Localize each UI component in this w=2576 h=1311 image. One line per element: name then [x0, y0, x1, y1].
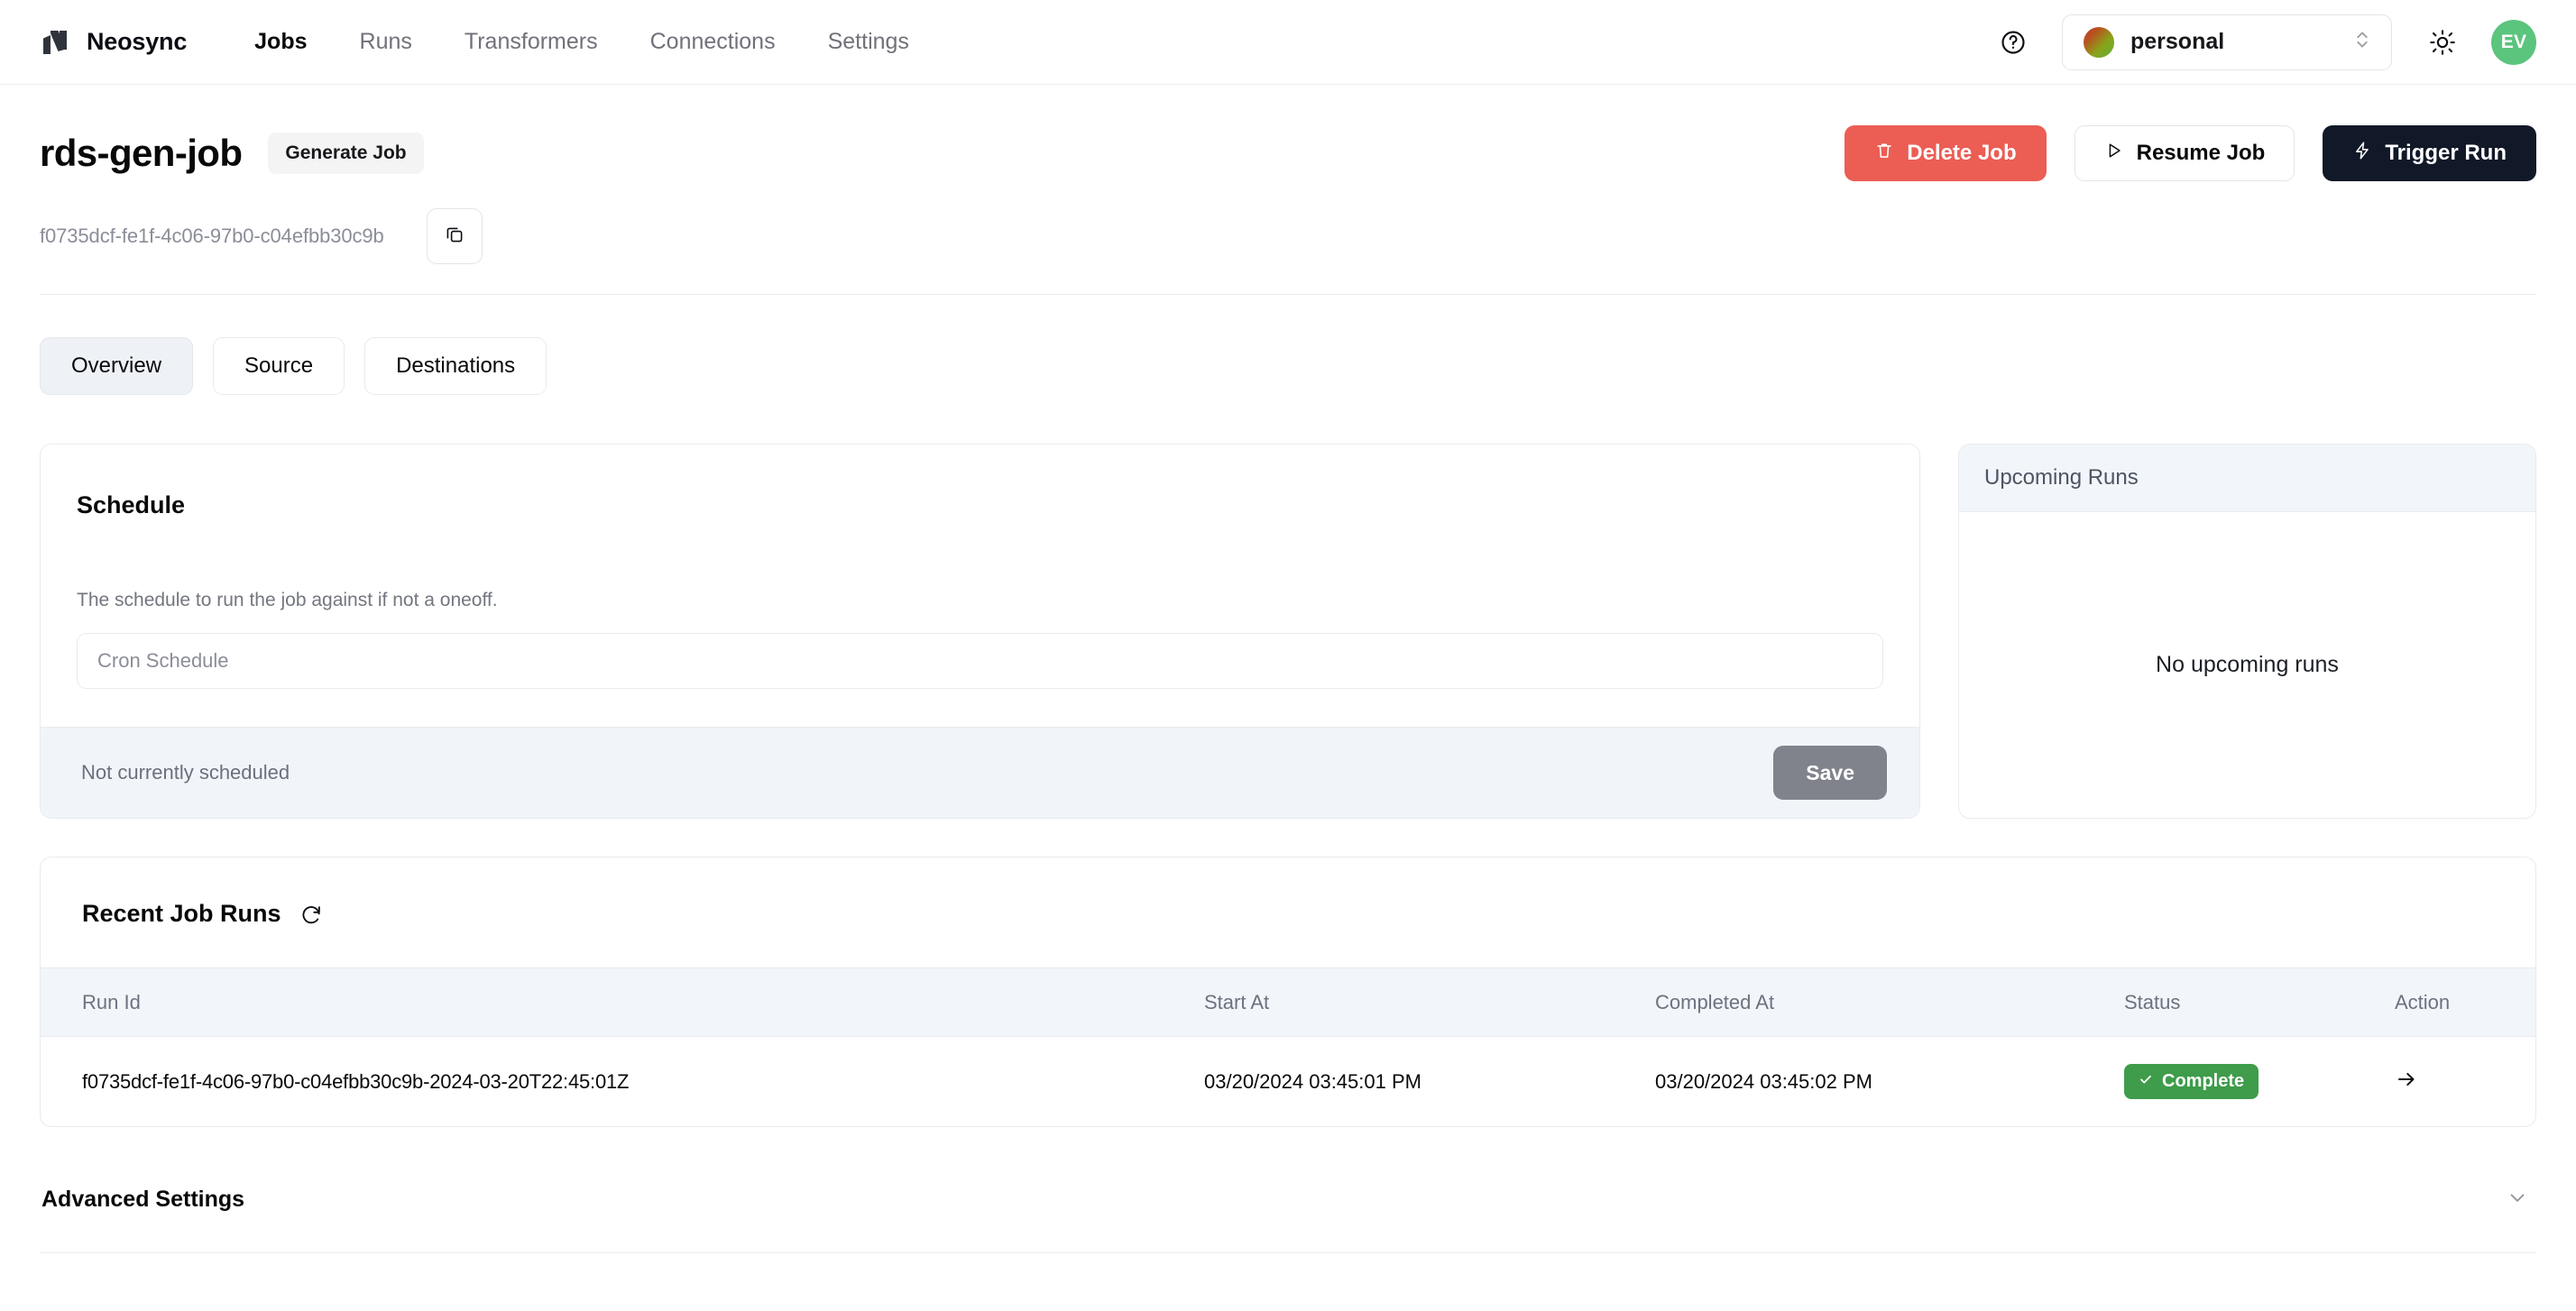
schedule-footer: Not currently scheduled Save [41, 727, 1919, 818]
account-name: personal [2130, 29, 2225, 54]
job-id: f0735dcf-fe1f-4c06-97b0-c04efbb30c9b [40, 225, 384, 247]
cron-schedule-input[interactable] [77, 633, 1883, 689]
schedule-title: Schedule [77, 491, 186, 518]
job-header: rds-gen-job Generate Job Delete Job Resu… [40, 85, 2536, 181]
status-badge: Complete [2124, 1064, 2259, 1099]
schedule-status: Not currently scheduled [81, 761, 290, 784]
navbar-right: personal EV [1993, 14, 2536, 70]
footer-divider [40, 1252, 2536, 1253]
nav-link-connections[interactable]: Connections [624, 31, 802, 53]
page-content: rds-gen-job Generate Job Delete Job Resu… [0, 85, 2576, 1253]
table-row[interactable]: f0735dcf-fe1f-4c06-97b0-c04efbb30c9b-202… [41, 1037, 2535, 1127]
user-avatar[interactable]: EV [2491, 19, 2536, 65]
column-header-action: Action [2395, 967, 2535, 1037]
table-header-row: Run Id Start At Completed At Status Acti… [41, 967, 2535, 1037]
schedule-card: Schedule The schedule to run the job aga… [40, 444, 1920, 819]
cell-start-at: 03/20/2024 03:45:01 PM [1204, 1069, 1421, 1093]
upcoming-runs-header: Upcoming Runs [1959, 445, 2535, 512]
resume-job-label: Resume Job [2136, 141, 2266, 165]
trigger-run-label: Trigger Run [2385, 141, 2507, 165]
resume-job-button[interactable]: Resume Job [2074, 125, 2295, 181]
advanced-settings-toggle[interactable]: Advanced Settings [40, 1179, 2536, 1219]
upcoming-runs-card: Upcoming Runs No upcoming runs [1958, 444, 2536, 819]
table-body: f0735dcf-fe1f-4c06-97b0-c04efbb30c9b-202… [41, 1037, 2535, 1127]
schedule-description: The schedule to run the job against if n… [77, 590, 498, 610]
copy-job-id-button[interactable] [426, 208, 483, 264]
trigger-run-button[interactable]: Trigger Run [2323, 125, 2536, 181]
tab-source[interactable]: Source [213, 337, 345, 395]
job-actions: Delete Job Resume Job Trigger Run [1845, 125, 2536, 181]
help-icon[interactable] [1993, 23, 2033, 62]
check-icon [2139, 1071, 2153, 1092]
nav-link-jobs[interactable]: Jobs [228, 31, 333, 53]
recent-job-runs-card: Recent Job Runs Run Id Start At Complete… [40, 857, 2536, 1127]
account-avatar [2084, 26, 2114, 58]
upcoming-runs-empty: No upcoming runs [2156, 652, 2339, 677]
cell-action [2395, 1037, 2535, 1127]
recent-job-runs-table: Run Id Start At Completed At Status Acti… [41, 967, 2535, 1126]
upcoming-runs-title: Upcoming Runs [1984, 465, 2139, 490]
column-header-completed-at: Completed At [1655, 967, 2124, 1037]
tab-overview[interactable]: Overview [40, 337, 194, 395]
delete-job-label: Delete Job [1907, 141, 2017, 165]
nav-link-transformers[interactable]: Transformers [438, 31, 624, 53]
overview-grid: Schedule The schedule to run the job aga… [40, 444, 2536, 819]
cell-run-id: f0735dcf-fe1f-4c06-97b0-c04efbb30c9b-202… [82, 1069, 630, 1093]
tab-destinations[interactable]: Destinations [364, 337, 547, 395]
delete-job-button[interactable]: Delete Job [1845, 125, 2047, 181]
advanced-settings-title: Advanced Settings [41, 1186, 245, 1212]
refresh-icon[interactable] [299, 903, 323, 926]
neosync-logo-icon [38, 25, 72, 60]
schedule-body: Schedule The schedule to run the job aga… [41, 445, 1919, 689]
nav-link-settings[interactable]: Settings [802, 31, 935, 53]
tab-bar: Overview Source Destinations [40, 295, 2536, 395]
nav-link-runs[interactable]: Runs [334, 31, 438, 53]
trash-icon [1874, 141, 1894, 167]
account-switcher[interactable]: personal [2062, 14, 2392, 70]
recent-job-runs-title: Recent Job Runs [82, 900, 281, 927]
save-button[interactable]: Save [1773, 746, 1887, 800]
lightning-icon [2352, 141, 2372, 167]
table-header: Run Id Start At Completed At Status Acti… [41, 967, 2535, 1037]
brand[interactable]: Neosync [38, 25, 187, 60]
play-icon [2104, 141, 2124, 167]
brand-name: Neosync [87, 28, 188, 55]
main-nav: Jobs Runs Transformers Connections Setti… [228, 31, 935, 53]
arrow-right-icon[interactable] [2395, 1068, 2418, 1091]
cell-status: Complete [2124, 1037, 2395, 1127]
column-header-run-id: Run Id [41, 967, 1204, 1037]
column-header-start-at: Start At [1204, 967, 1655, 1037]
column-header-status: Status [2124, 967, 2395, 1037]
chevron-up-down-icon [2353, 28, 2371, 56]
sun-icon[interactable] [2423, 23, 2462, 62]
job-type-badge: Generate Job [268, 133, 424, 174]
recent-job-runs-header: Recent Job Runs [41, 857, 2535, 967]
chevron-down-icon [2506, 1186, 2529, 1214]
status-label: Complete [2162, 1071, 2245, 1091]
page-title: rds-gen-job [40, 132, 243, 174]
top-navbar: Neosync Jobs Runs Transformers Connectio… [0, 0, 2576, 85]
cell-completed-at: 03/20/2024 03:45:02 PM [1655, 1069, 1872, 1093]
copy-icon [444, 224, 465, 250]
job-id-row: f0735dcf-fe1f-4c06-97b0-c04efbb30c9b [40, 208, 2536, 264]
